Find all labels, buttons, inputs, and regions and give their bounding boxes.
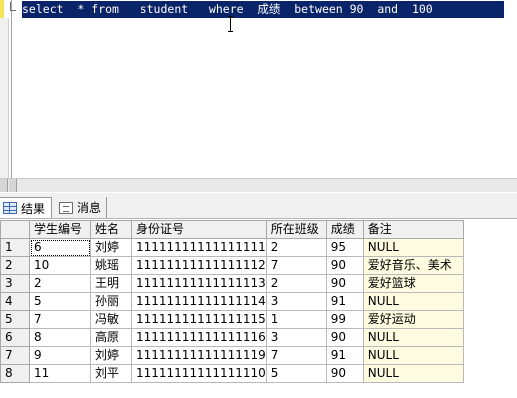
table-cell[interactable]: 冯敏 — [90, 310, 132, 329]
table-cell[interactable]: 91 — [325, 292, 364, 311]
column-header[interactable]: 身份证号 — [131, 220, 267, 239]
row-number[interactable]: 3 — [0, 274, 30, 293]
table-cell[interactable]: 11 — [29, 364, 91, 383]
table-row[interactable]: 5 7 冯敏 11111111111111115 1 99 爱好运动 — [0, 310, 464, 329]
query-editor[interactable]: select * from student where 成绩 between 9… — [0, 0, 517, 178]
table-cell[interactable]: 7 — [29, 310, 91, 329]
row-header-corner[interactable] — [0, 220, 30, 239]
table-cell[interactable]: 90 — [325, 364, 364, 383]
table-cell[interactable]: 11111111111111110 — [131, 364, 267, 383]
tab-results-label: 结果 — [21, 201, 46, 216]
table-cell[interactable]: 90 — [325, 274, 364, 293]
change-marker — [0, 0, 4, 18]
row-number[interactable]: 6 — [0, 328, 30, 347]
row-number[interactable]: 7 — [0, 346, 30, 365]
table-cell[interactable]: 11111111111111112 — [131, 256, 267, 275]
table-cell[interactable]: 11111111111111116 — [131, 328, 267, 347]
column-header[interactable]: 所在班级 — [265, 220, 327, 239]
tab-messages-label: 消息 — [77, 201, 102, 215]
row-number[interactable]: 1 — [0, 238, 30, 257]
table-cell[interactable]: 3 — [265, 328, 327, 347]
table-cell[interactable]: 11111111111111111 — [131, 238, 267, 257]
table-cell[interactable]: 7 — [265, 256, 327, 275]
table-cell[interactable]: 95 — [325, 238, 364, 257]
tab-messages[interactable]: 消息 — [55, 197, 107, 218]
table-cell[interactable]: NULL — [362, 292, 464, 311]
editor-horizontal-scrollbar[interactable] — [0, 178, 517, 192]
table-cell[interactable]: 高原 — [90, 328, 132, 347]
table-cell[interactable]: 刘婷 — [90, 346, 132, 365]
table-cell[interactable]: 11111111111111113 — [131, 274, 267, 293]
table-cell[interactable]: 2 — [265, 274, 327, 293]
table-cell[interactable]: 1 — [265, 310, 327, 329]
column-header[interactable]: 备注 — [362, 220, 464, 239]
table-row[interactable]: 8 11 刘平 11111111111111110 5 90 NULL — [0, 364, 464, 383]
row-number[interactable]: 8 — [0, 364, 30, 383]
header-row: 学生编号 姓名 身份证号 所在班级 成绩 备注 — [0, 220, 464, 239]
table-cell[interactable]: 2 — [265, 238, 327, 257]
table-cell[interactable]: 99 — [325, 310, 364, 329]
table-cell[interactable]: 爱好音乐、美术 — [362, 256, 464, 275]
sql-text-selected[interactable]: select * from student where 成绩 between 9… — [22, 1, 504, 18]
table-row[interactable]: 1 6 刘婷 11111111111111111 2 95 NULL — [0, 238, 464, 257]
table-cell[interactable]: 孙丽 — [90, 292, 132, 311]
table-cell[interactable]: 9 — [29, 346, 91, 365]
table-cell[interactable]: 5 — [265, 364, 327, 383]
table-cell[interactable]: NULL — [362, 364, 464, 383]
table-cell[interactable]: 王明 — [90, 274, 132, 293]
table-cell[interactable]: 91 — [325, 346, 364, 365]
table-cell[interactable]: NULL — [362, 328, 464, 347]
table-cell[interactable]: 5 — [29, 292, 91, 311]
column-header[interactable]: 姓名 — [90, 220, 132, 239]
table-cell[interactable]: NULL — [362, 238, 464, 257]
table-cell[interactable]: 11111111111111119 — [131, 346, 267, 365]
results-tabs: 结果 消息 — [0, 193, 517, 219]
table-cell[interactable]: 6 — [29, 238, 91, 257]
results-table: 学生编号 姓名 身份证号 所在班级 成绩 备注 1 6 刘婷 111111111111… — [0, 220, 464, 383]
column-header[interactable]: 成绩 — [325, 220, 364, 239]
table-cell[interactable]: 刘平 — [90, 364, 132, 383]
table-cell[interactable]: 8 — [29, 328, 91, 347]
table-cell[interactable]: 刘婷 — [90, 238, 132, 257]
table-cell[interactable]: 10 — [29, 256, 91, 275]
text-cursor-icon — [228, 16, 234, 33]
table-cell[interactable]: NULL — [362, 346, 464, 365]
outline-line — [11, 0, 12, 178]
table-cell[interactable]: 爱好篮球 — [362, 274, 464, 293]
results-grid-pane: 学生编号 姓名 身份证号 所在班级 成绩 备注 1 6 刘婷 111111111111… — [0, 220, 517, 398]
table-row[interactable]: 2 10 姚瑶 11111111111111112 7 90 爱好音乐、美术 — [0, 256, 464, 275]
table-row[interactable]: 4 5 孙丽 11111111111111114 3 91 NULL — [0, 292, 464, 311]
table-cell[interactable]: 90 — [325, 256, 364, 275]
table-cell[interactable]: 姚瑶 — [90, 256, 132, 275]
table-cell[interactable]: 11111111111111115 — [131, 310, 267, 329]
scroll-left-button[interactable] — [0, 179, 8, 192]
table-cell[interactable]: 3 — [265, 292, 327, 311]
grid-icon — [3, 202, 17, 214]
row-number[interactable]: 2 — [0, 256, 30, 275]
table-cell[interactable]: 11111111111111114 — [131, 292, 267, 311]
collapse-icon[interactable] — [10, 2, 16, 11]
table-cell[interactable]: 2 — [29, 274, 91, 293]
table-row[interactable]: 3 2 王明 11111111111111113 2 90 爱好篮球 — [0, 274, 464, 293]
row-number[interactable]: 4 — [0, 292, 30, 311]
row-number[interactable]: 5 — [0, 310, 30, 329]
scroll-thumb[interactable] — [9, 179, 17, 192]
table-cell[interactable]: 爱好运动 — [362, 310, 464, 329]
editor-margin — [0, 18, 9, 178]
table-row[interactable]: 6 8 高原 11111111111111116 3 90 NULL — [0, 328, 464, 347]
table-cell[interactable]: 90 — [325, 328, 364, 347]
table-cell[interactable]: 7 — [265, 346, 327, 365]
column-header[interactable]: 学生编号 — [29, 220, 91, 239]
table-row[interactable]: 7 9 刘婷 11111111111111119 7 91 NULL — [0, 346, 464, 365]
message-icon — [59, 201, 73, 214]
tab-results[interactable]: 结果 — [0, 197, 52, 218]
